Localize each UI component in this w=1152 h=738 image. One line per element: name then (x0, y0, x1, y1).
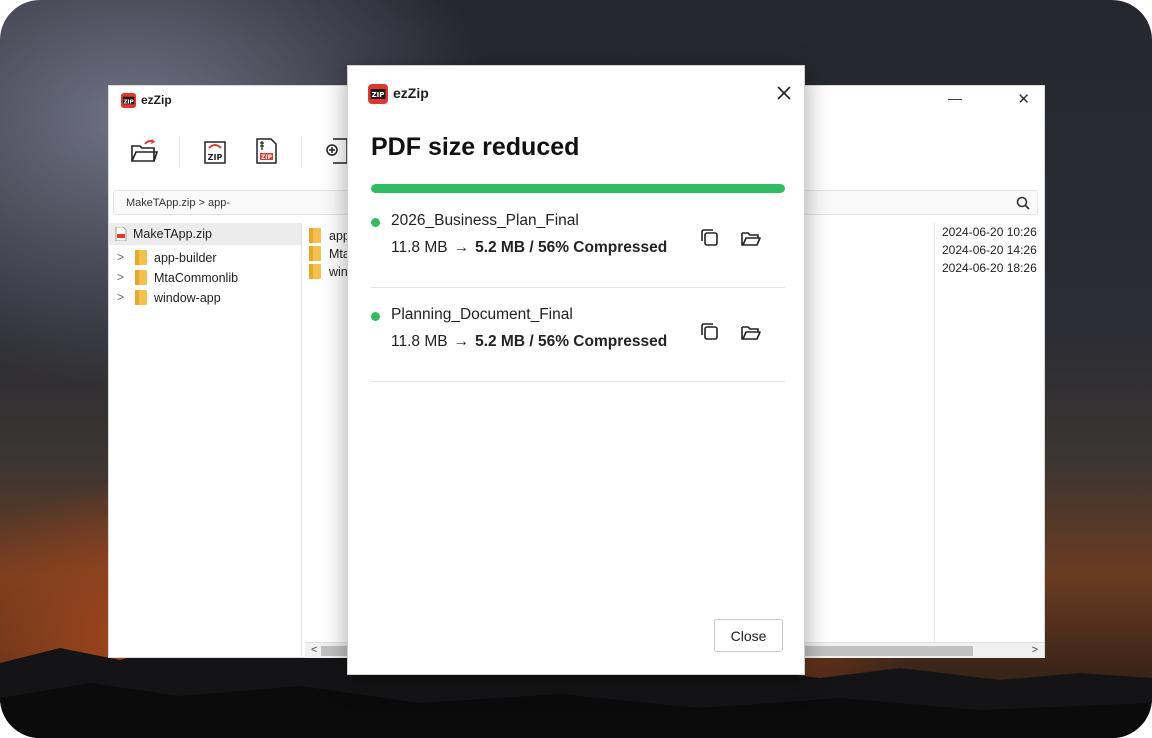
status-dot (371, 218, 380, 227)
scroll-left-icon[interactable]: < (311, 644, 317, 656)
compressed-result: 5.2 MB / 56% Compressed (475, 333, 668, 350)
tree-item-label: app-builder (154, 251, 217, 265)
progress-fill (371, 184, 785, 193)
compress-zip-icon[interactable]: ZIP (201, 136, 231, 166)
compression-result-dialog: ZIP ezZip PDF size reduced 2026_Business… (347, 65, 805, 675)
dialog-app-name: ezZip (393, 85, 429, 101)
tree-item-label: window-app (154, 291, 221, 305)
folder-icon (309, 264, 321, 279)
folder-icon (135, 270, 147, 285)
file-size-summary: 11.8 MB → 5.2 MB / 56% Compressed (391, 239, 667, 257)
original-size: 11.8 MB (391, 239, 448, 256)
arrow-separator: → (453, 333, 470, 350)
modified-date: 2024-06-20 18:26 (942, 261, 1037, 275)
svg-text:ZIP: ZIP (372, 91, 385, 99)
address-path: MakeTApp.zip > app- (126, 197, 231, 209)
original-size: 11.8 MB (391, 333, 448, 350)
list-item-label: win (329, 265, 348, 279)
tree-root-item[interactable]: MakeTApp.zip (109, 223, 301, 245)
modified-date: 2024-06-20 14:26 (942, 243, 1037, 257)
tree-item-window-app[interactable]: > window-app (109, 288, 301, 308)
modified-date: 2024-06-20 10:26 (942, 225, 1037, 239)
svg-text:ZIP: ZIP (123, 99, 133, 105)
toolbar-separator (301, 136, 302, 168)
progress-bar (371, 184, 785, 193)
dialog-heading: PDF size reduced (371, 133, 580, 161)
arrow-separator: → (453, 239, 470, 256)
tree-item-mtacommonlib[interactable]: > MtaCommonlib (109, 268, 301, 288)
close-icon[interactable] (773, 82, 795, 104)
tree-root-label: MakeTApp.zip (133, 227, 212, 241)
chevron-right-icon[interactable]: > (117, 250, 124, 264)
folder-icon (309, 246, 321, 261)
zip-logo-icon: ZIP (368, 84, 388, 104)
folder-open-icon[interactable] (739, 320, 763, 344)
file-result-row: 2026_Business_Plan_Final 11.8 MB → 5.2 MB … (371, 194, 785, 288)
chevron-right-icon[interactable]: > (117, 270, 124, 284)
folder-icon (135, 250, 147, 265)
minimize-button[interactable]: — (948, 90, 962, 106)
status-dot (371, 312, 380, 321)
toolbar-separator (179, 136, 180, 168)
extract-zip-icon[interactable]: ZIP (251, 136, 281, 166)
file-result-row: Planning_Document_Final 11.8 MB → 5.2 MB /… (371, 288, 785, 382)
close-button[interactable]: Close (714, 619, 783, 652)
tree-item-label: MtaCommonlib (154, 271, 239, 285)
folder-icon (135, 290, 147, 305)
folder-tree: MakeTApp.zip > app-builder > MtaCommonli… (109, 223, 302, 658)
window-close-button[interactable]: ✕ (1017, 90, 1030, 108)
tree-item-app-builder[interactable]: > app-builder (109, 248, 301, 268)
background-window-title: ezZip (141, 93, 172, 107)
file-size-summary: 11.8 MB → 5.2 MB / 56% Compressed (391, 333, 667, 351)
search-icon[interactable] (1015, 195, 1031, 211)
copy-icon[interactable] (698, 226, 722, 250)
zip-logo-icon: ZIP (121, 93, 136, 108)
scroll-right-icon[interactable]: > (1032, 644, 1038, 656)
desktop-background: ZIP ezZip — ✕ ZIP ZIP MakeTApp.zip > app… (0, 0, 1152, 738)
svg-text:ZIP: ZIP (261, 154, 273, 161)
copy-icon[interactable] (698, 320, 722, 344)
chevron-right-icon[interactable]: > (117, 290, 124, 304)
folder-open-icon[interactable] (739, 226, 763, 250)
open-folder-toolbar-icon[interactable] (129, 136, 159, 166)
svg-text:ZIP: ZIP (208, 153, 223, 162)
folder-icon (309, 228, 321, 243)
file-name: Planning_Document_Final (391, 306, 573, 323)
modified-date-column: 2024-06-20 10:26 2024-06-20 14:26 2024-0… (934, 223, 1044, 643)
zip-file-icon (115, 227, 127, 241)
file-name: 2026_Business_Plan_Final (391, 212, 579, 229)
compressed-result: 5.2 MB / 56% Compressed (475, 239, 668, 256)
